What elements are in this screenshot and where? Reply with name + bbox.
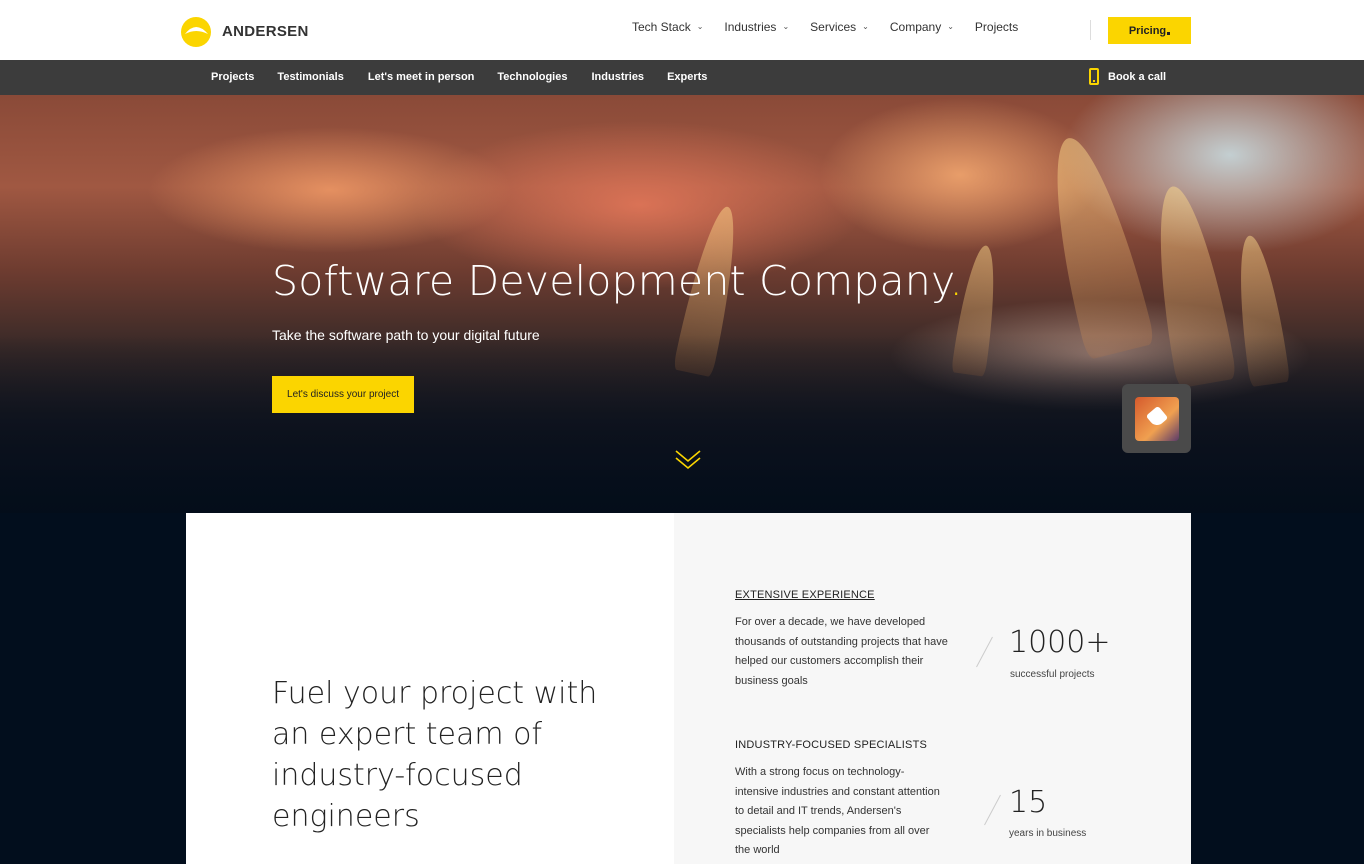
scroll-down-chevron-icon[interactable] — [674, 445, 702, 473]
hero-title-period: . — [949, 257, 963, 305]
feature-title-experience[interactable]: EXTENSIVE EXPERIENCE — [735, 589, 875, 601]
hero-title: Software Development Company. — [272, 257, 963, 305]
chevron-down-icon: ⌄ — [862, 21, 869, 31]
subnav-link-meet-in-person[interactable]: Let's meet in person — [368, 71, 475, 83]
expertise-headline: Fuel your project with an expert team of… — [272, 676, 598, 834]
stat-label-projects: successful projects — [1010, 669, 1095, 680]
nav-item-projects[interactable]: Projects — [975, 20, 1018, 34]
chat-widget-button[interactable] — [1122, 384, 1191, 453]
subnav-link-testimonials[interactable]: Testimonials — [277, 71, 343, 83]
hero-sail-shape — [1034, 129, 1156, 361]
logo-text: ANDERSEN — [222, 22, 309, 40]
subnav-link-industries[interactable]: Industries — [591, 71, 644, 83]
nav-item-industries[interactable]: Industries ⌄ — [724, 20, 789, 34]
subnav-link-projects[interactable]: Projects — [211, 71, 254, 83]
book-call-link[interactable]: Book a call — [1089, 68, 1166, 85]
chat-widget-icon — [1134, 396, 1179, 441]
hero-banner: Software Development Company. Take the s… — [0, 95, 1364, 513]
chevron-down-icon: ⌄ — [696, 21, 704, 31]
nav-label: Tech Stack — [632, 20, 691, 34]
discuss-project-button[interactable]: Let's discuss your project — [272, 376, 414, 413]
chevron-down-icon: ⌄ — [782, 21, 790, 31]
stat-value-years: 15 — [1009, 785, 1048, 820]
section-subnav: Projects Testimonials Let's meet in pers… — [0, 60, 1364, 95]
stat-value-projects: 1000+ — [1009, 625, 1111, 660]
nav-label: Services — [810, 20, 857, 34]
hero-title-text: Software Development Company — [272, 257, 950, 305]
andersen-logo-icon — [181, 17, 211, 47]
site-header: ANDERSEN Tech Stack ⌄ Industries ⌄ Servi… — [0, 0, 1364, 60]
nav-item-tech-stack[interactable]: Tech Stack ⌄ — [632, 20, 703, 34]
expertise-section: Fuel your project with an expert team of… — [186, 513, 1191, 864]
hero-subtitle: Take the software path to your digital f… — [272, 327, 540, 343]
subnav-link-technologies[interactable]: Technologies — [497, 71, 567, 83]
phone-icon — [1089, 68, 1099, 85]
subnav-links: Projects Testimonials Let's meet in pers… — [211, 71, 707, 83]
feature-text-experience: For over a decade, we have developed tho… — [735, 616, 948, 687]
feature-title-specialists: INDUSTRY-FOCUSED SPECIALISTS — [735, 739, 928, 751]
stat-label-years: years in business — [1009, 828, 1087, 839]
pricing-label: Pricing — [1128, 24, 1167, 37]
pricing-dot — [1167, 32, 1171, 35]
nav-item-company[interactable]: Company ⌄ — [890, 20, 954, 34]
chevron-down-icon: ⌄ — [947, 21, 954, 31]
logo[interactable]: ANDERSEN — [178, 14, 309, 48]
nav-label: Company — [889, 20, 942, 34]
nav-label: Industries — [724, 20, 777, 34]
top-nav: Tech Stack ⌄ Industries ⌄ Services ⌄ Com… — [632, 20, 1091, 40]
nav-divider — [1090, 20, 1091, 40]
feature-text-specialists: With a strong focus on technology-intens… — [735, 766, 940, 856]
pricing-button[interactable]: Pricing — [1108, 17, 1191, 44]
nav-item-services[interactable]: Services ⌄ — [810, 20, 869, 34]
subnav-link-experts[interactable]: Experts — [667, 71, 707, 83]
book-call-label: Book a call — [1108, 70, 1167, 83]
nav-label: Projects — [974, 20, 1019, 34]
